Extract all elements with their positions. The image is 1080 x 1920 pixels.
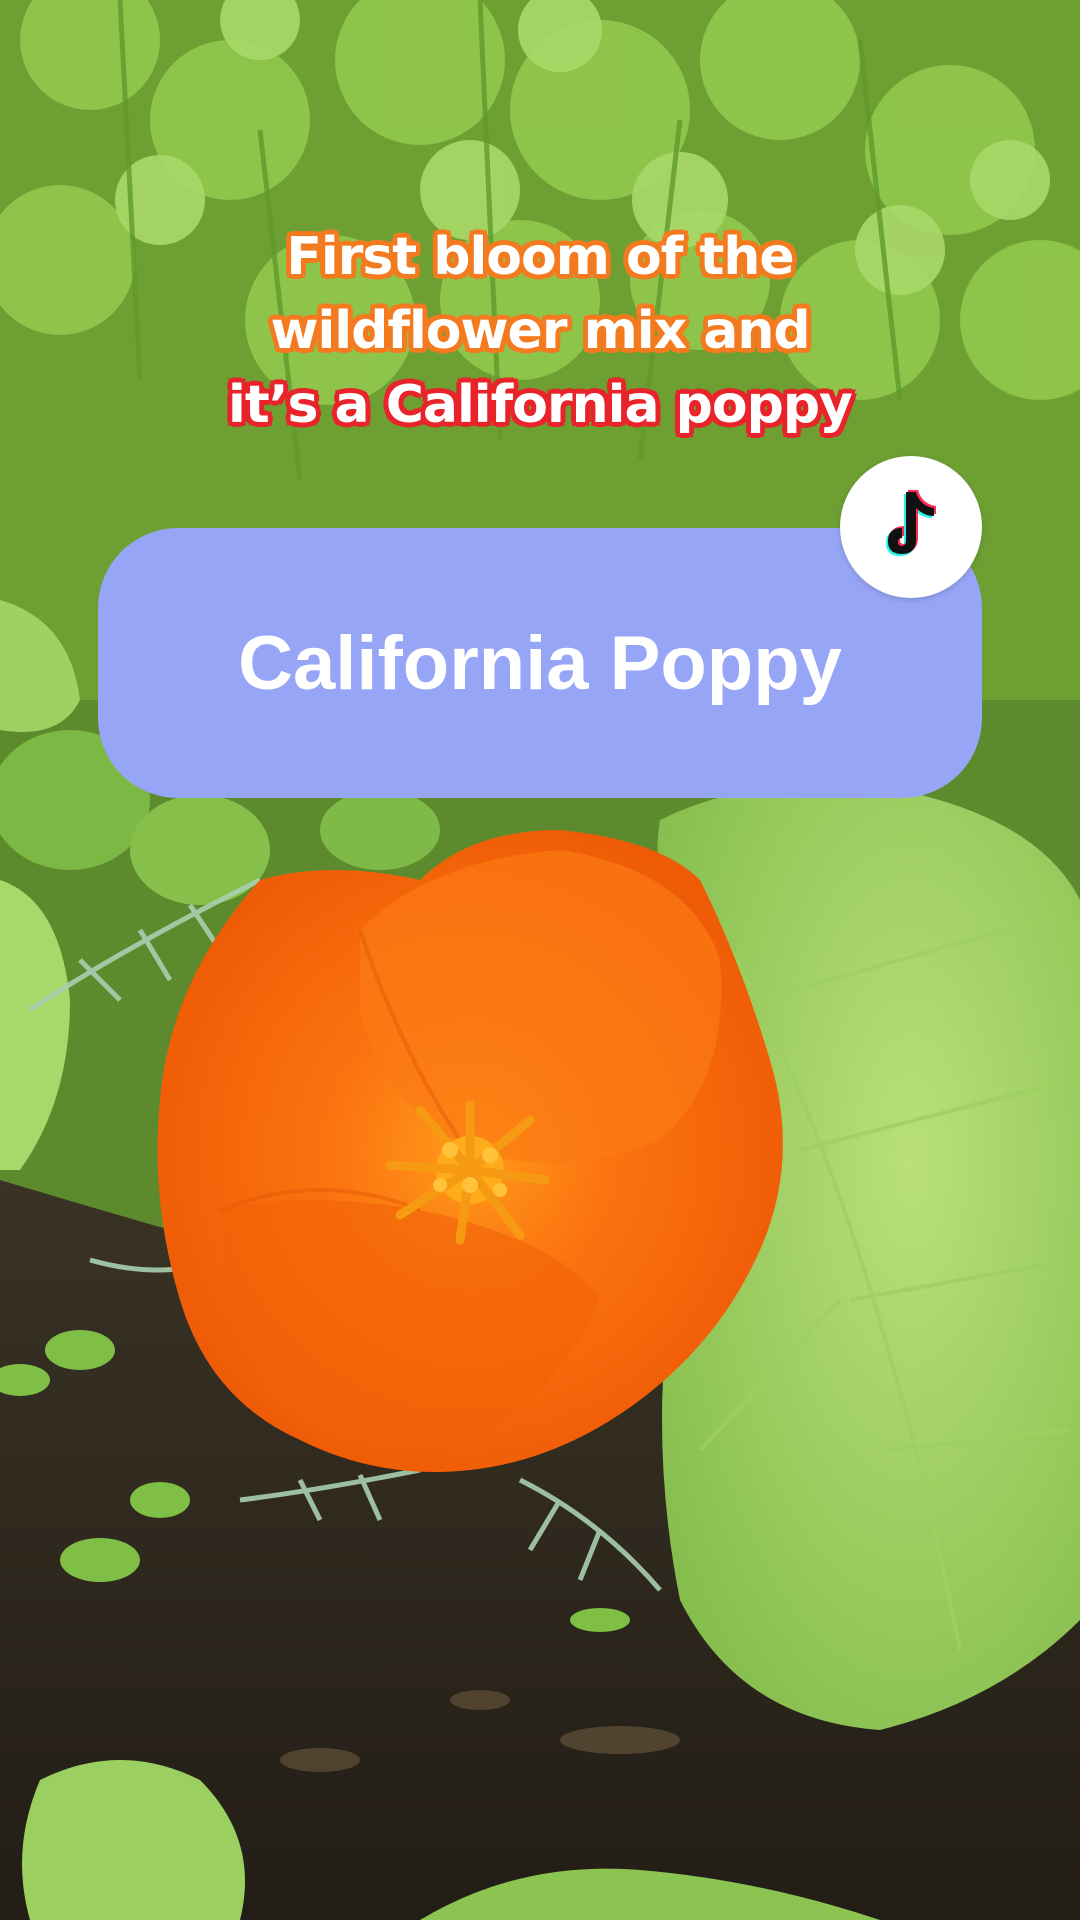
plant-id-label: California Poppy: [238, 620, 842, 706]
plant-id-sticker[interactable]: California Poppy: [98, 528, 982, 798]
tiktok-badge[interactable]: [840, 456, 982, 598]
video-frame: First bloom of the wildflower mix and it…: [0, 0, 1080, 1920]
caption-line-3: it’s a California poppy: [228, 375, 853, 435]
tiktok-logo-icon: [886, 490, 936, 556]
caption-line-1: First bloom of the: [286, 227, 794, 287]
video-caption: First bloom of the wildflower mix and it…: [0, 220, 1080, 442]
caption-line-2: wildflower mix and: [270, 301, 810, 361]
